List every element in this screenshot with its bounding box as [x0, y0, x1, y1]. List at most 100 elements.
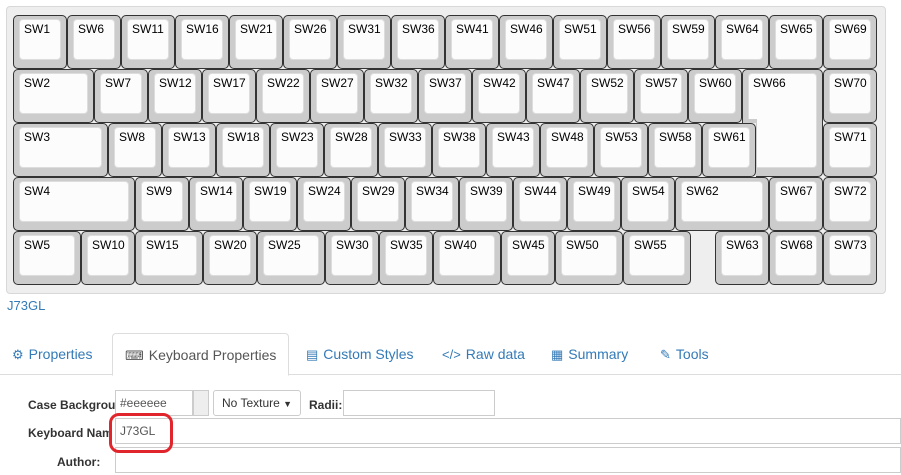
key-sw54[interactable]: SW54 — [621, 177, 675, 231]
texture-select[interactable]: No Texture ▼ — [213, 390, 302, 416]
key-sw34[interactable]: SW34 — [405, 177, 459, 231]
tab-raw-data[interactable]: </> Raw data — [430, 333, 537, 375]
keyboard-name-input[interactable]: J73GL — [115, 418, 901, 444]
key-sw53[interactable]: SW53 — [594, 123, 648, 177]
key-sw27[interactable]: SW27 — [310, 69, 364, 123]
key-sw7[interactable]: SW7 — [94, 69, 148, 123]
key-sw60[interactable]: SW60 — [688, 69, 742, 123]
key-sw50[interactable]: SW50 — [555, 231, 623, 285]
key-sw40[interactable]: SW40 — [433, 231, 501, 285]
key-sw5[interactable]: SW5 — [13, 231, 81, 285]
key-sw36[interactable]: SW36 — [391, 15, 445, 69]
tab-summary[interactable]: ▦ Summary — [539, 333, 640, 375]
key-sw72[interactable]: SW72 — [823, 177, 877, 231]
key-sw57[interactable]: SW57 — [634, 69, 688, 123]
key-sw70[interactable]: SW70 — [823, 69, 877, 123]
key-cap-top: SW26 — [289, 19, 331, 60]
keyboard-layout[interactable]: SW1 SW6 SW11 SW16 SW21 SW26 SW31 SW36 SW41 SW46 SW… — [6, 6, 886, 294]
key-sw61[interactable]: SW61 — [702, 123, 756, 177]
key-label: SW10 — [92, 238, 125, 252]
tab-keyboard-properties[interactable]: ⌨ Keyboard Properties — [112, 333, 290, 376]
key-label: SW26 — [294, 22, 327, 36]
key-sw22[interactable]: SW22 — [256, 69, 310, 123]
key-sw45[interactable]: SW45 — [501, 231, 555, 285]
key-sw9[interactable]: SW9 — [135, 177, 189, 231]
key-label: SW6 — [78, 22, 105, 36]
key-sw32[interactable]: SW32 — [364, 69, 418, 123]
key-sw28[interactable]: SW28 — [324, 123, 378, 177]
key-sw23[interactable]: SW23 — [270, 123, 324, 177]
key-sw44[interactable]: SW44 — [513, 177, 567, 231]
key-sw4[interactable]: SW4 — [13, 177, 135, 231]
key-label: SW42 — [483, 76, 516, 90]
key-sw11[interactable]: SW11 — [121, 15, 175, 69]
key-sw26[interactable]: SW26 — [283, 15, 337, 69]
key-sw24[interactable]: SW24 — [297, 177, 351, 231]
key-sw14[interactable]: SW14 — [189, 177, 243, 231]
key-sw64[interactable]: SW64 — [715, 15, 769, 69]
key-sw58[interactable]: SW58 — [648, 123, 702, 177]
key-sw16[interactable]: SW16 — [175, 15, 229, 69]
key-sw6[interactable]: SW6 — [67, 15, 121, 69]
tab-label: Keyboard Properties — [148, 347, 277, 363]
key-sw42[interactable]: SW42 — [472, 69, 526, 123]
key-sw21[interactable]: SW21 — [229, 15, 283, 69]
key-cap-top: SW30 — [331, 235, 373, 276]
key-sw59[interactable]: SW59 — [661, 15, 715, 69]
key-sw10[interactable]: SW10 — [81, 231, 135, 285]
key-sw17[interactable]: SW17 — [202, 69, 256, 123]
key-sw29[interactable]: SW29 — [351, 177, 405, 231]
key-sw33[interactable]: SW33 — [378, 123, 432, 177]
key-sw67[interactable]: SW67 — [769, 177, 823, 231]
key-sw41[interactable]: SW41 — [445, 15, 499, 69]
key-sw18[interactable]: SW18 — [216, 123, 270, 177]
key-sw47[interactable]: SW47 — [526, 69, 580, 123]
key-sw3[interactable]: SW3 — [13, 123, 108, 177]
key-sw35[interactable]: SW35 — [379, 231, 433, 285]
radii-input[interactable] — [343, 390, 495, 416]
key-label: SW17 — [213, 76, 246, 90]
tab-tools[interactable]: ✎ Tools — [648, 333, 721, 375]
key-sw55[interactable]: SW55 — [623, 231, 691, 285]
key-label: SW7 — [105, 76, 132, 90]
key-sw43[interactable]: SW43 — [486, 123, 540, 177]
tab-properties[interactable]: ⚙ Properties — [0, 333, 104, 375]
key-sw19[interactable]: SW19 — [243, 177, 297, 231]
key-sw12[interactable]: SW12 — [148, 69, 202, 123]
key-sw38[interactable]: SW38 — [432, 123, 486, 177]
case-background-swatch[interactable] — [193, 390, 209, 416]
key-sw51[interactable]: SW51 — [553, 15, 607, 69]
tab-custom-styles[interactable]: ▤ Custom Styles — [294, 333, 426, 375]
key-cap-top: SW64 — [721, 19, 763, 60]
key-cap-top: SW71 — [829, 127, 871, 168]
key-label: SW63 — [726, 238, 759, 252]
key-sw37[interactable]: SW37 — [418, 69, 472, 123]
key-sw63[interactable]: SW63 — [715, 231, 769, 285]
key-sw39[interactable]: SW39 — [459, 177, 513, 231]
key-sw73[interactable]: SW73 — [823, 231, 877, 285]
key-label: SW37 — [429, 76, 462, 90]
key-sw30[interactable]: SW30 — [325, 231, 379, 285]
key-sw69[interactable]: SW69 — [823, 15, 877, 69]
key-sw65[interactable]: SW65 — [769, 15, 823, 69]
key-sw62[interactable]: SW62 — [675, 177, 769, 231]
key-sw2[interactable]: SW2 — [13, 69, 94, 123]
key-sw49[interactable]: SW49 — [567, 177, 621, 231]
keyboard-name-link[interactable]: J73GL — [7, 298, 45, 313]
key-sw8[interactable]: SW8 — [108, 123, 162, 177]
key-sw68[interactable]: SW68 — [769, 231, 823, 285]
key-sw13[interactable]: SW13 — [162, 123, 216, 177]
key-sw71[interactable]: SW71 — [823, 123, 877, 177]
key-cap-top: SW66 — [748, 73, 817, 168]
key-sw25[interactable]: SW25 — [257, 231, 325, 285]
key-sw20[interactable]: SW20 — [203, 231, 257, 285]
key-sw48[interactable]: SW48 — [540, 123, 594, 177]
key-sw1[interactable]: SW1 — [13, 15, 67, 69]
key-sw31[interactable]: SW31 — [337, 15, 391, 69]
key-label: SW36 — [402, 22, 435, 36]
key-sw52[interactable]: SW52 — [580, 69, 634, 123]
author-input[interactable] — [115, 447, 901, 473]
key-sw46[interactable]: SW46 — [499, 15, 553, 69]
key-sw56[interactable]: SW56 — [607, 15, 661, 69]
key-sw15[interactable]: SW15 — [135, 231, 203, 285]
